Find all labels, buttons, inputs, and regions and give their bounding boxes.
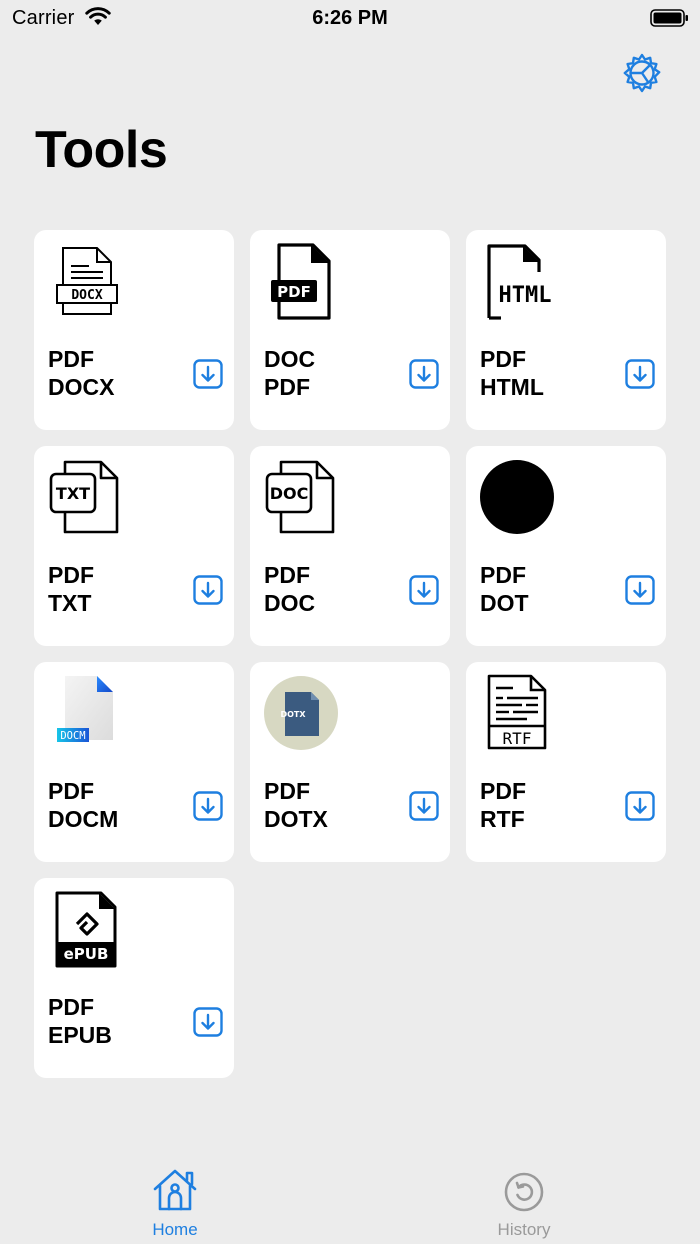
tab-history[interactable]: History — [444, 1166, 604, 1244]
download-icon[interactable] — [409, 791, 439, 821]
txt-icon-text: TXT — [56, 484, 90, 503]
tool-card-pdf-html[interactable]: HTML PDF HTML — [466, 230, 666, 430]
txt-file-icon: TXT — [49, 460, 119, 534]
docx-icon-text: DOCX — [71, 288, 102, 303]
download-icon[interactable] — [409, 359, 439, 389]
tool-card-pdf-docx[interactable]: DOCX PDF DOCX — [34, 230, 234, 430]
html-file-icon: HTML — [487, 244, 552, 320]
tool-label: PDF DOC — [264, 562, 316, 616]
download-icon[interactable] — [193, 1007, 223, 1037]
dot-circle-icon — [480, 460, 554, 534]
download-icon[interactable] — [193, 359, 223, 389]
tool-card-pdf-dotx[interactable]: DOTX PDF DOTX — [250, 662, 450, 862]
tool-card-pdf-doc[interactable]: DOC PDF DOC — [250, 446, 450, 646]
tools-grid: DOCX PDF DOCX PDF DOC PDF HTML PDF HTML … — [34, 230, 667, 1078]
tool-label: PDF HTML — [480, 346, 544, 400]
clock: 6:26 PM — [312, 7, 388, 29]
dotx-icon-text: DOTX — [280, 710, 306, 719]
html-icon-text: HTML — [499, 283, 552, 308]
epub-file-icon: ePUB — [55, 891, 117, 968]
rtf-icon-text: RTF — [503, 729, 532, 748]
tab-history-label: History — [497, 1220, 551, 1239]
tool-label: PDF RTF — [480, 778, 526, 832]
tool-label: PDF TXT — [48, 562, 94, 616]
tool-label: PDF EPUB — [48, 994, 112, 1048]
docm-file-icon: DOCM — [57, 676, 113, 742]
docm-icon-text: DOCM — [60, 730, 85, 742]
pdf-icon-text: PDF — [277, 283, 311, 301]
download-icon[interactable] — [625, 791, 655, 821]
tool-card-pdf-epub[interactable]: ePUB PDF EPUB — [34, 878, 234, 1078]
download-icon[interactable] — [193, 791, 223, 821]
doc-file-icon: DOC — [265, 460, 335, 534]
download-icon[interactable] — [409, 575, 439, 605]
tool-card-doc-pdf[interactable]: PDF DOC PDF — [250, 230, 450, 430]
download-icon[interactable] — [193, 575, 223, 605]
epub-icon-text: ePUB — [64, 945, 109, 963]
tab-home[interactable]: Home — [95, 1166, 255, 1244]
tool-card-pdf-docm[interactable]: DOCM PDF DOCM — [34, 662, 234, 862]
tab-bar: Home History — [0, 1160, 700, 1244]
dotx-file-icon: DOTX — [264, 676, 338, 750]
home-icon — [153, 1169, 197, 1211]
doc-icon-text: DOC — [270, 484, 309, 503]
download-icon[interactable] — [625, 575, 655, 605]
docx-file-icon: DOCX — [56, 247, 118, 315]
tool-label: DOC PDF — [264, 346, 316, 400]
history-icon — [504, 1172, 544, 1212]
tool-label: PDF DOT — [480, 562, 529, 616]
pdf-file-icon: PDF — [271, 243, 331, 320]
tool-card-pdf-rtf[interactable]: RTF PDF RTF — [466, 662, 666, 862]
rtf-file-icon: RTF — [487, 674, 547, 750]
tool-label: PDF DOCX — [48, 346, 115, 400]
page-title: Tools — [35, 121, 168, 179]
gear-icon — [623, 53, 661, 93]
status-bar: Carrier 6:26 PM — [0, 0, 700, 40]
tab-home-label: Home — [152, 1220, 198, 1239]
download-icon[interactable] — [625, 359, 655, 389]
settings-button[interactable] — [621, 52, 663, 94]
tool-label: PDF DOCM — [48, 778, 119, 832]
battery-icon — [650, 9, 688, 27]
tool-card-pdf-txt[interactable]: TXT PDF TXT — [34, 446, 234, 646]
tool-label: PDF DOTX — [264, 778, 328, 832]
tool-card-pdf-dot[interactable]: PDF DOT — [466, 446, 666, 646]
